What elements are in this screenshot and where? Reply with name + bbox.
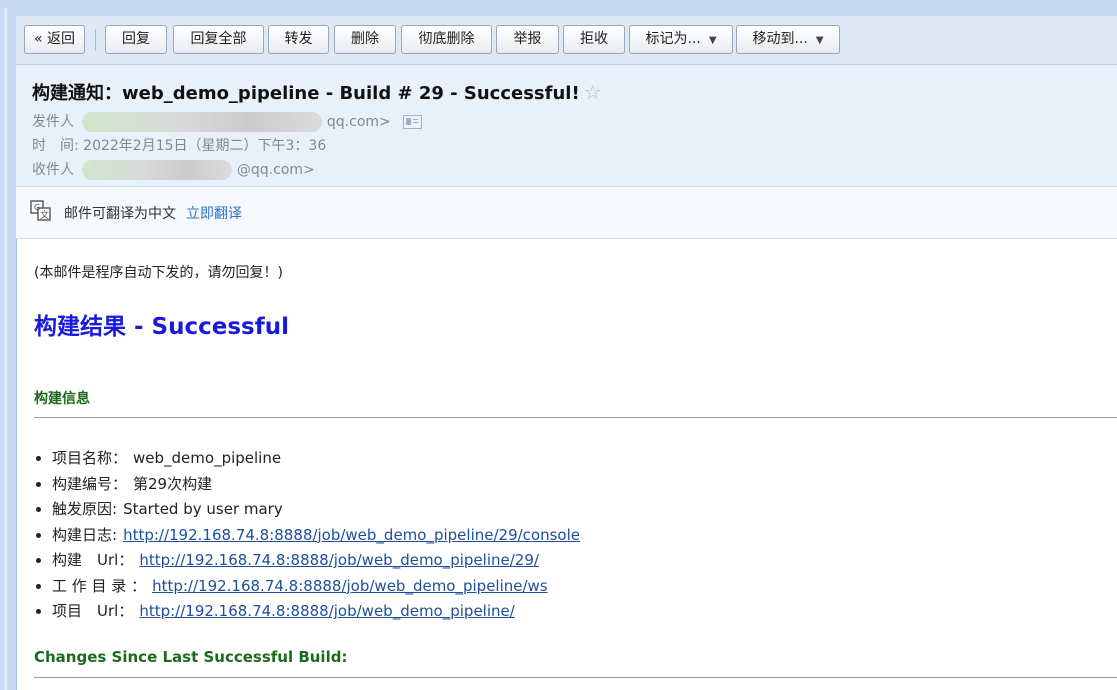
move-to-dropdown[interactable]: 移动到... ▼ <box>736 25 840 54</box>
build-url-link[interactable]: http://192.168.74.8:8888/job/web_demo_pi… <box>139 551 539 569</box>
window-left-edge <box>0 0 16 690</box>
move-to-label: 移动到... <box>752 31 808 47</box>
item-label: 项目 Url： <box>52 602 134 620</box>
time-label: 时 间: <box>32 138 79 154</box>
list-item: 项目名称： web_demo_pipeline <box>34 448 580 474</box>
reply-button[interactable]: 回复 <box>105 25 167 54</box>
contact-card-icon[interactable] <box>403 115 423 129</box>
mark-as-dropdown[interactable]: 标记为... ▼ <box>629 25 733 54</box>
mark-as-label: 标记为... <box>645 31 701 47</box>
chevron-down-icon: ▼ <box>708 35 717 46</box>
time-row: 时 间: 2022年2月15日（星期二）下午3：36 <box>32 135 326 155</box>
item-label: 触发原因: <box>52 500 118 518</box>
list-item: 构建 Url： http://192.168.74.8:8888/job/web_… <box>34 550 580 576</box>
report-button[interactable]: 举报 <box>496 25 559 54</box>
from-value: qq.com> <box>326 114 391 130</box>
toolbar-separator <box>95 29 96 51</box>
email-subject: 构建通知：web_demo_pipeline - Build # 29 - Su… <box>32 79 602 105</box>
translate-icon: G 文 <box>30 200 51 221</box>
build-log-link[interactable]: http://192.168.74.8:8888/job/web_demo_pi… <box>123 526 580 544</box>
email-toolbar: « 返回 回复 回复全部 转发 删除 彻底删除 举报 拒收 标记为... ▼ 移动… <box>16 16 1117 65</box>
auto-mail-notice: (本邮件是程序自动下发的，请勿回复！) <box>34 265 283 281</box>
svg-text:文: 文 <box>40 209 49 221</box>
translate-now-link[interactable]: 立即翻译 <box>186 206 242 222</box>
list-item: 构建日志: http://192.168.74.8:8888/job/web_de… <box>34 525 580 551</box>
email-header: 构建通知：web_demo_pipeline - Build # 29 - Su… <box>16 65 1117 187</box>
forward-button[interactable]: 转发 <box>268 25 329 54</box>
divider <box>34 677 1117 678</box>
item-label: 构建 Url： <box>52 551 134 569</box>
chevron-down-icon: ▼ <box>815 35 824 46</box>
item-label: 构建编号： <box>52 474 128 493</box>
reject-button[interactable]: 拒收 <box>563 25 625 54</box>
project-name-value: web_demo_pipeline <box>133 449 282 467</box>
list-item: 构建编号： 第29次构建 <box>34 474 580 500</box>
trigger-cause-value: Started by user mary <box>123 500 283 518</box>
reply-all-button[interactable]: 回复全部 <box>173 25 264 54</box>
to-value: @qq.com> <box>236 162 315 178</box>
list-item: 项目 Url： http://192.168.74.8:8888/job/web_… <box>34 601 580 627</box>
translate-prompt: 邮件可翻译为中文 立即翻译 <box>64 203 242 223</box>
translate-bar: G 文 邮件可翻译为中文 立即翻译 <box>16 187 1117 239</box>
changes-title: Changes Since Last Successful Build: <box>34 648 348 666</box>
subject-text: 构建通知：web_demo_pipeline - Build # 29 - Su… <box>32 83 580 104</box>
list-item: 工 作 目 录 ： http://192.168.74.8:8888/job/we… <box>34 576 580 602</box>
build-number-value: 第29次构建 <box>133 474 213 493</box>
redacted-sender <box>82 112 323 132</box>
item-label: 工 作 目 录 ： <box>52 576 147 595</box>
build-info-list: 项目名称： web_demo_pipeline 构建编号： 第29次构建 触发原因:… <box>34 448 580 627</box>
time-value: 2022年2月15日（星期二）下午3：36 <box>83 138 327 154</box>
item-label: 项目名称： <box>52 449 128 467</box>
item-label: 构建日志: <box>52 525 118 544</box>
redacted-recipient <box>82 160 233 180</box>
build-result-title: 构建结果 - Successful <box>34 314 290 340</box>
sender-row: 发件人 qq.com> <box>32 111 423 132</box>
to-label: 收件人 <box>32 162 74 178</box>
recipient-row: 收件人 @qq.com> <box>32 159 315 180</box>
delete-forever-button[interactable]: 彻底删除 <box>401 25 492 54</box>
list-item: 触发原因: Started by user mary <box>34 499 580 525</box>
translate-message: 邮件可翻译为中文 <box>64 206 176 222</box>
back-button[interactable]: « 返回 <box>24 25 85 54</box>
build-info-title: 构建信息 <box>34 391 90 407</box>
delete-button[interactable]: 删除 <box>334 25 396 54</box>
workspace-link[interactable]: http://192.168.74.8:8888/job/web_demo_pi… <box>152 577 548 595</box>
left-edge-bar <box>4 8 7 690</box>
project-url-link[interactable]: http://192.168.74.8:8888/job/web_demo_pi… <box>139 602 514 620</box>
from-label: 发件人 <box>32 114 74 130</box>
divider <box>34 417 1117 418</box>
star-icon[interactable]: ☆ <box>584 80 602 104</box>
